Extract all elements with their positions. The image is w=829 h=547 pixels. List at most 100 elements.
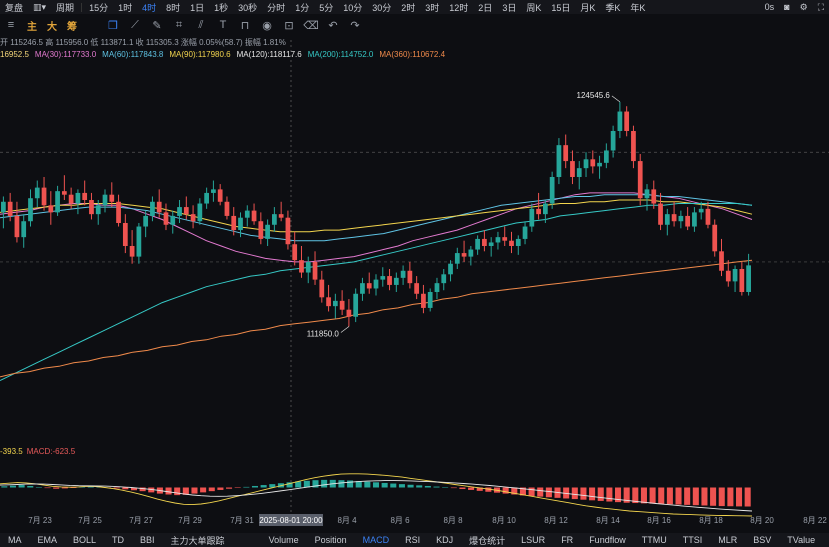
macd-hist-24 [208, 487, 215, 492]
x-tick-10: 8月 12 [544, 516, 568, 525]
indicator-tab-8[interactable]: Position [307, 535, 355, 545]
x-tick-7: 8月 6 [390, 516, 410, 525]
candle-body-21 [143, 215, 149, 227]
indicator-tab-10[interactable]: RSI [397, 535, 428, 545]
candle-body-28 [190, 214, 196, 222]
macd-hist-67 [580, 487, 587, 500]
candle-body-36 [244, 210, 250, 218]
x-tick-14: 8月 20 [750, 516, 774, 525]
macd-hist-76 [658, 487, 665, 504]
candle-body-23 [156, 201, 162, 213]
indicator-tab-2[interactable]: BOLL [65, 535, 104, 545]
candle-body-68 [461, 253, 467, 257]
candle-body-99 [671, 214, 677, 222]
macd-hist-7 [61, 487, 68, 489]
candle-body-95 [644, 189, 650, 199]
candle-body-24 [163, 212, 169, 225]
macd-hist-50 [433, 486, 440, 488]
candle-body-110 [746, 265, 751, 292]
indicator-tab-1[interactable]: EMA [30, 535, 66, 545]
candle-body-58 [393, 277, 399, 285]
x-tick-4: 7月 31 [230, 516, 254, 525]
candle-body-29 [197, 203, 203, 222]
macd-hist-20 [174, 487, 181, 496]
candle-body-42 [285, 217, 291, 245]
candle-body-50 [339, 300, 345, 310]
indicator-tab-20[interactable]: TValue [779, 535, 823, 545]
macd-hist-68 [589, 487, 596, 501]
candle-body-3 [21, 221, 27, 238]
indicator-tab-4[interactable]: BBI [132, 535, 163, 545]
candle-body-89 [603, 150, 609, 163]
indicator-tab-0[interactable]: MA [0, 535, 30, 545]
candle-body-70 [475, 238, 480, 250]
indicator-tab-15[interactable]: Fundflow [581, 535, 634, 545]
indicator-tab-18[interactable]: MLR [710, 535, 745, 545]
indicator-tab-12[interactable]: 爆仓统计 [461, 534, 513, 547]
indicator-tab-11[interactable]: KDJ [428, 535, 461, 545]
candle-body-1 [7, 201, 13, 216]
candle-body-67 [454, 253, 460, 264]
macd-hist-40 [347, 480, 354, 488]
candle-body-80 [542, 203, 548, 215]
candle-body-90 [610, 131, 616, 151]
candle-body-78 [529, 208, 535, 227]
candle-body-98 [664, 214, 670, 225]
x-tick-11: 8月 14 [596, 516, 620, 525]
macd-hist-49 [424, 485, 431, 488]
indicator-tab-16[interactable]: TTMU [634, 535, 675, 545]
candle-body-40 [272, 214, 277, 225]
macd-hist-52 [450, 487, 457, 489]
candle-body-105 [712, 224, 718, 252]
ma-series-2 [0, 199, 753, 233]
candle-body-31 [211, 189, 216, 193]
x-tick-3: 7月 29 [178, 516, 202, 525]
candle-body-30 [204, 192, 210, 204]
price-chart[interactable]: 124545.6 111850.0 7月 23 7月 25 7月 27 7月 29 7月 3… [0, 0, 829, 533]
macd-hist-29 [251, 485, 259, 488]
macd-hist-53 [459, 487, 466, 490]
candle-body-55 [373, 279, 379, 289]
candle-body-27 [183, 207, 189, 215]
indicator-tab-9[interactable]: MACD [355, 535, 398, 545]
candle-body-25 [170, 215, 176, 225]
x-tick-0: 7月 23 [28, 516, 52, 525]
candle-body-18 [122, 223, 128, 246]
candle-body-82 [556, 145, 562, 177]
candle-body-8 [55, 191, 60, 213]
macd-hist-37 [321, 479, 328, 488]
macd-hist-3 [27, 485, 34, 488]
x-tick-1: 7月 25 [78, 516, 102, 525]
macd-hist-27 [234, 487, 241, 488]
macd-hist-13 [113, 487, 120, 489]
candle-body-56 [380, 276, 386, 280]
candle-body-101 [685, 215, 691, 227]
macd-hist-66 [571, 487, 578, 500]
macd-hist-78 [675, 487, 682, 505]
candle-body-17 [116, 201, 121, 223]
macd-hist-69 [597, 487, 604, 501]
candle-body-9 [61, 191, 67, 195]
candle-body-64 [434, 283, 440, 292]
candle-body-14 [95, 205, 101, 215]
crosshair-time-label: 2025-08-01 20:00 [259, 516, 323, 525]
macd-hist-85 [736, 487, 743, 507]
candle-body-54 [366, 283, 372, 289]
candle-body-51 [346, 309, 352, 317]
candle-body-11 [75, 192, 81, 204]
indicator-tab-17[interactable]: TTSI [675, 535, 711, 545]
indicator-tab-7[interactable]: Volume [261, 535, 307, 545]
macd-hist-26 [226, 487, 233, 489]
macd-hist-84 [727, 487, 734, 507]
indicator-tab-3[interactable]: TD [104, 535, 132, 545]
indicator-tab-19[interactable]: BSV [745, 535, 779, 545]
candle-body-52 [353, 293, 359, 317]
indicator-tab-5[interactable]: 主力大单跟踪 [163, 534, 233, 547]
indicator-tab-13[interactable]: LSUR [513, 535, 553, 545]
candle-body-62 [421, 293, 426, 308]
x-tick-13: 8月 18 [699, 516, 723, 525]
macd-hist-25 [217, 487, 224, 490]
macd-hist-0 [1, 486, 8, 488]
indicator-tab-14[interactable]: FR [553, 535, 581, 545]
macd-hist-63 [545, 487, 552, 498]
